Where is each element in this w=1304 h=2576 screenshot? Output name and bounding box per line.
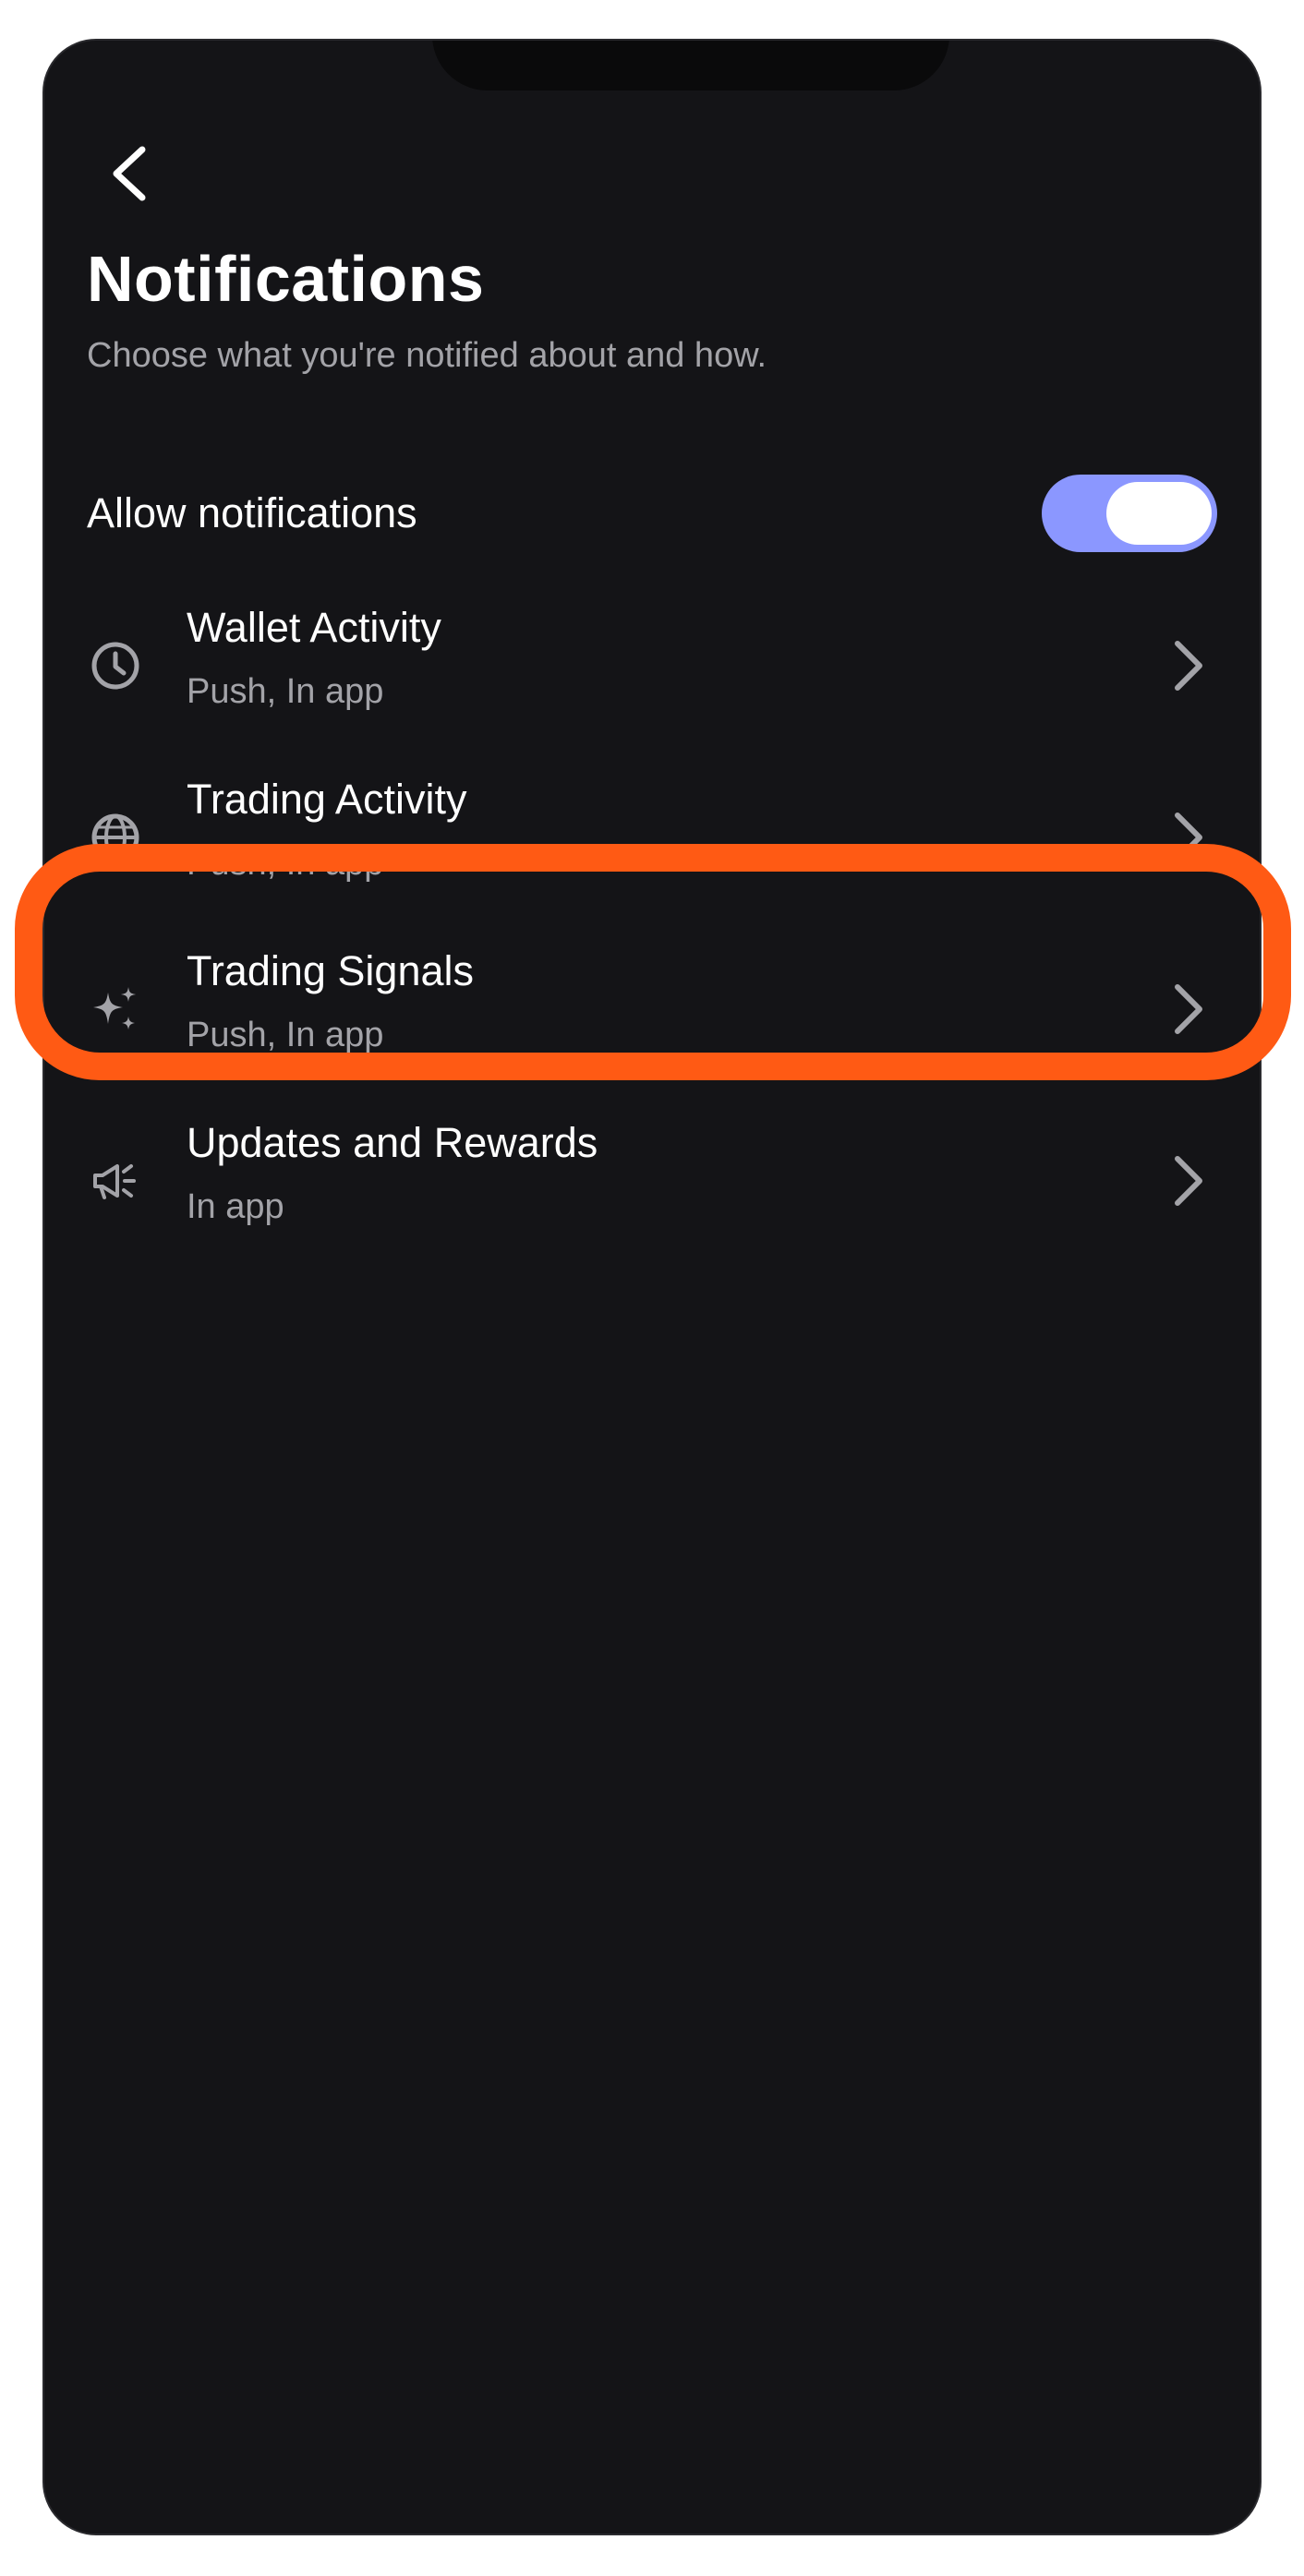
chevron-right-icon (1156, 805, 1221, 870)
page-subtitle: Choose what you're notified about and ho… (87, 336, 767, 375)
list-item-title: Trading Signals (187, 947, 475, 994)
chevron-right-icon (1156, 633, 1221, 698)
list-item-subtitle: Push, In app (187, 1016, 384, 1054)
list-item-subtitle: Push, In app (187, 672, 384, 711)
globe-icon (87, 809, 144, 866)
allow-notifications-row: Allow notifications (87, 475, 1217, 552)
toggle-knob (1106, 482, 1212, 545)
list-item-trading-activity[interactable]: Trading Activity Push, In app (44, 752, 1260, 923)
list-item-trading-signals[interactable]: Trading Signals Push, In app (44, 923, 1260, 1095)
list-item-wallet-activity[interactable]: Wallet Activity Push, In app (44, 580, 1260, 752)
list-item-title: Wallet Activity (187, 604, 441, 651)
page-title: Notifications (87, 243, 485, 315)
clock-icon (87, 637, 144, 694)
back-button[interactable] (85, 129, 174, 218)
phone-screen: Notifications Choose what you're notifie… (42, 39, 1262, 2535)
sparkle-icon (87, 981, 144, 1038)
list-item-subtitle: Push, In app (187, 844, 384, 883)
allow-notifications-toggle[interactable] (1042, 475, 1217, 552)
allow-notifications-label: Allow notifications (87, 489, 417, 536)
list-item-updates-rewards[interactable]: Updates and Rewards In app (44, 1095, 1260, 1267)
device-notch (432, 41, 949, 90)
chevron-left-icon (113, 146, 146, 201)
list-item-subtitle: In app (187, 1187, 284, 1226)
list-item-title: Updates and Rewards (187, 1119, 598, 1166)
chevron-right-icon (1156, 977, 1221, 1041)
list-item-title: Trading Activity (187, 776, 467, 823)
megaphone-icon (87, 1152, 144, 1210)
chevron-right-icon (1156, 1149, 1221, 1213)
